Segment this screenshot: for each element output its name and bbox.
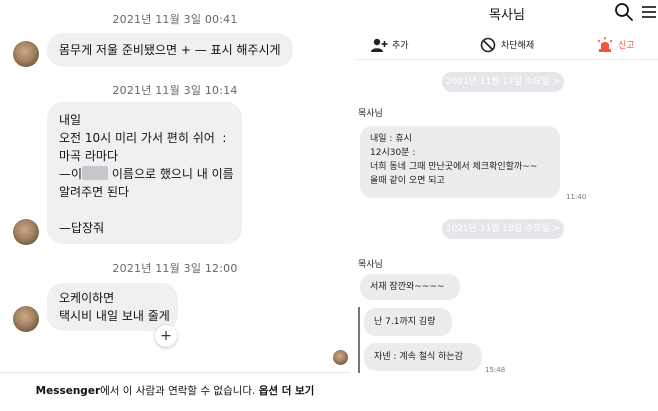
notice-text: 에서 이 사람과 연락할 수 없습니다. <box>100 385 259 397</box>
unblock-label: 차단해제 <box>501 41 535 51</box>
message-line: 12시30분 : <box>370 148 416 158</box>
timestamp: 2021년 11월 3일 12:00 <box>112 262 238 275</box>
message-line: 오케이하면 <box>59 291 115 305</box>
message-line: 마곡 라마다 <box>59 149 119 163</box>
sender-name: 목사님 <box>358 109 383 119</box>
avatar[interactable] <box>13 306 39 332</box>
reaction-add-icon[interactable]: + <box>155 325 177 347</box>
message-bubble[interactable]: 난 7.1까지 김량 <box>364 308 452 336</box>
message-bubble[interactable]: 몸무게 저울 준비됐으면 + — 표시 해주시게 <box>47 33 293 67</box>
message-text: 몸무게 저울 준비됐으면 + — 표시 해주시게 <box>59 43 281 57</box>
add-label: 추가 <box>392 41 409 51</box>
message-time: 11:40 <box>566 193 587 201</box>
chat-panel: 목사님 추가 차단해제 신고 2021년 11월 17일 수요일 > 목사님 내… <box>356 0 658 411</box>
notice-app-name: Messenger <box>35 385 101 397</box>
message-bubble[interactable]: 자넨 : 계속 철식 하는감 <box>364 343 482 371</box>
avatar[interactable] <box>13 41 39 67</box>
search-icon[interactable] <box>614 2 634 22</box>
blurred-name <box>82 166 109 180</box>
message-line: 알려주면 된다 <box>59 185 130 199</box>
timestamp: 2021년 11월 3일 10:14 <box>112 84 238 97</box>
message-bubble[interactable]: 내일 오전 10시 미리 가서 편히 쉬어 : 마곡 라마다 —이 이름으로 했… <box>47 102 242 244</box>
message-line: 오전 10시 미리 가서 편히 쉬어 : <box>59 131 227 145</box>
chat-title: 목사님 <box>489 8 525 23</box>
message-bubble[interactable]: 내일 : 휴시 12시30분 : 너희 동네 그때 만난곳에서 체크확인할까~~… <box>360 126 560 198</box>
date-divider[interactable]: 2021년 11월 17일 수요일 > <box>442 72 564 92</box>
message-text: 난 7.1까지 김량 <box>374 317 436 327</box>
block-icon <box>480 37 496 53</box>
siren-icon <box>597 37 613 52</box>
message-text: 자넨 : 계속 철식 하는감 <box>374 352 463 362</box>
message-time: 15:48 <box>485 366 506 374</box>
message-line: 올때 같이 오면 되고 <box>370 176 445 186</box>
date-divider[interactable]: 2021년 11월 18일 수요일 > <box>442 219 564 239</box>
message-line: 너희 동네 그때 만난곳에서 체크확인할까~~ <box>370 162 538 172</box>
sender-name: 목사님 <box>358 260 383 270</box>
avatar[interactable] <box>13 219 39 245</box>
timestamp: 2021년 11월 3일 00:41 <box>112 13 238 26</box>
message-fragment: 이름으로 했으니 내 이름 <box>111 167 234 181</box>
more-options-link[interactable]: 옵션 더 보기 <box>259 385 315 397</box>
menu-icon[interactable] <box>641 4 657 20</box>
avatar[interactable] <box>333 350 348 365</box>
message-fragment: —이 <box>59 167 83 181</box>
message-line: 내일 : 휴시 <box>370 134 412 144</box>
messenger-panel: 2021년 11월 3일 00:41 몸무게 저울 준비됐으면 + — 표시 해… <box>0 0 350 411</box>
action-bar: 추가 차단해제 신고 <box>356 32 658 60</box>
message-line: —이 이름으로 했으니 내 이름 <box>59 165 234 183</box>
add-person-icon <box>371 38 388 52</box>
message-line: —답장줘 <box>59 221 105 235</box>
message-line: 내일 <box>59 113 82 127</box>
message-bubble[interactable]: 서재 잠깐와~~~~ <box>360 274 460 300</box>
message-bubble[interactable]: 오케이하면 택시비 내일 보내 줄게 <box>47 283 178 331</box>
message-text: 서재 잠깐와~~~~ <box>370 282 445 292</box>
messenger-notice: Messenger에서 이 사람과 연락할 수 없습니다. 옵션 더 보기 <box>0 372 350 411</box>
quote-bar <box>358 307 360 373</box>
message-line: 택시비 내일 보내 줄게 <box>59 309 170 323</box>
report-label: 신고 <box>618 41 635 51</box>
message-line <box>59 201 230 219</box>
